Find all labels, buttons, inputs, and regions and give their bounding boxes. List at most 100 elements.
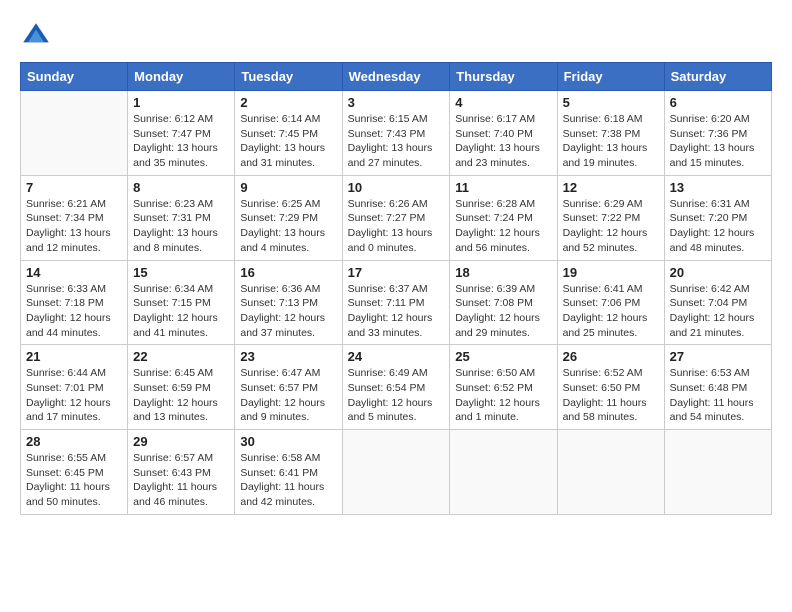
- day-number: 24: [348, 349, 445, 364]
- calendar-cell: [557, 430, 664, 515]
- calendar-cell: 27 Sunrise: 6:53 AMSunset: 6:48 PMDayligh…: [664, 345, 771, 430]
- day-number: 27: [670, 349, 766, 364]
- calendar-cell: 14 Sunrise: 6:33 AMSunset: 7:18 PMDayligh…: [21, 260, 128, 345]
- day-number: 12: [563, 180, 659, 195]
- day-info: Sunrise: 6:50 AMSunset: 6:52 PMDaylight:…: [455, 366, 551, 425]
- calendar-cell: 24 Sunrise: 6:49 AMSunset: 6:54 PMDayligh…: [342, 345, 450, 430]
- calendar-cell: 29 Sunrise: 6:57 AMSunset: 6:43 PMDayligh…: [128, 430, 235, 515]
- day-info: Sunrise: 6:45 AMSunset: 6:59 PMDaylight:…: [133, 366, 229, 425]
- day-info: Sunrise: 6:29 AMSunset: 7:22 PMDaylight:…: [563, 197, 659, 256]
- calendar-cell: 18Sunrise: 6:39 AMSunset: 7:08 PMDayligh…: [450, 260, 557, 345]
- calendar-cell: 12 Sunrise: 6:29 AMSunset: 7:22 PMDayligh…: [557, 175, 664, 260]
- calendar-cell: 17Sunrise: 6:37 AMSunset: 7:11 PMDayligh…: [342, 260, 450, 345]
- calendar-cell: 21 Sunrise: 6:44 AMSunset: 7:01 PMDayligh…: [21, 345, 128, 430]
- calendar-table: SundayMondayTuesdayWednesdayThursdayFrid…: [20, 62, 772, 515]
- calendar-cell: [342, 430, 450, 515]
- calendar-cell: 30Sunrise: 6:58 AMSunset: 6:41 PMDayligh…: [235, 430, 342, 515]
- calendar-cell: 5 Sunrise: 6:18 AMSunset: 7:38 PMDaylight…: [557, 91, 664, 176]
- day-number: 7: [26, 180, 122, 195]
- logo-icon: [20, 20, 52, 52]
- day-number: 10: [348, 180, 445, 195]
- day-info: Sunrise: 6:55 AMSunset: 6:45 PMDaylight:…: [26, 451, 122, 510]
- day-number: 26: [563, 349, 659, 364]
- day-number: 20: [670, 265, 766, 280]
- day-number: 11: [455, 180, 551, 195]
- day-info: Sunrise: 6:44 AMSunset: 7:01 PMDaylight:…: [26, 366, 122, 425]
- calendar-cell: 22Sunrise: 6:45 AMSunset: 6:59 PMDayligh…: [128, 345, 235, 430]
- day-number: 28: [26, 434, 122, 449]
- calendar-cell: 20 Sunrise: 6:42 AMSunset: 7:04 PMDayligh…: [664, 260, 771, 345]
- day-number: 5: [563, 95, 659, 110]
- day-info: Sunrise: 6:47 AMSunset: 6:57 PMDaylight:…: [240, 366, 336, 425]
- calendar-cell: 3 Sunrise: 6:15 AMSunset: 7:43 PMDaylight…: [342, 91, 450, 176]
- day-number: 13: [670, 180, 766, 195]
- calendar-cell: 7 Sunrise: 6:21 AMSunset: 7:34 PMDaylight…: [21, 175, 128, 260]
- day-header-friday: Friday: [557, 63, 664, 91]
- calendar-week-row: 7 Sunrise: 6:21 AMSunset: 7:34 PMDaylight…: [21, 175, 772, 260]
- calendar-cell: 25 Sunrise: 6:50 AMSunset: 6:52 PMDayligh…: [450, 345, 557, 430]
- day-number: 16: [240, 265, 336, 280]
- calendar-cell: 16 Sunrise: 6:36 AMSunset: 7:13 PMDayligh…: [235, 260, 342, 345]
- calendar-cell: 28 Sunrise: 6:55 AMSunset: 6:45 PMDayligh…: [21, 430, 128, 515]
- day-info: Sunrise: 6:20 AMSunset: 7:36 PMDaylight:…: [670, 112, 766, 171]
- day-info: Sunrise: 6:17 AMSunset: 7:40 PMDaylight:…: [455, 112, 551, 171]
- day-number: 6: [670, 95, 766, 110]
- calendar-cell: 2Sunrise: 6:14 AMSunset: 7:45 PMDaylight…: [235, 91, 342, 176]
- day-header-sunday: Sunday: [21, 63, 128, 91]
- day-number: 23: [240, 349, 336, 364]
- day-number: 25: [455, 349, 551, 364]
- day-number: 1: [133, 95, 229, 110]
- day-info: Sunrise: 6:31 AMSunset: 7:20 PMDaylight:…: [670, 197, 766, 256]
- calendar-cell: [21, 91, 128, 176]
- calendar-cell: [664, 430, 771, 515]
- day-info: Sunrise: 6:36 AMSunset: 7:13 PMDaylight:…: [240, 282, 336, 341]
- calendar-cell: 8 Sunrise: 6:23 AMSunset: 7:31 PMDaylight…: [128, 175, 235, 260]
- day-header-thursday: Thursday: [450, 63, 557, 91]
- calendar-cell: 13 Sunrise: 6:31 AMSunset: 7:20 PMDayligh…: [664, 175, 771, 260]
- day-number: 19: [563, 265, 659, 280]
- page-header: [20, 20, 772, 52]
- day-info: Sunrise: 6:12 AMSunset: 7:47 PMDaylight:…: [133, 112, 229, 171]
- day-number: 17: [348, 265, 445, 280]
- calendar-cell: [450, 430, 557, 515]
- day-info: Sunrise: 6:49 AMSunset: 6:54 PMDaylight:…: [348, 366, 445, 425]
- day-info: Sunrise: 6:52 AMSunset: 6:50 PMDaylight:…: [563, 366, 659, 425]
- calendar-header-row: SundayMondayTuesdayWednesdayThursdayFrid…: [21, 63, 772, 91]
- day-number: 4: [455, 95, 551, 110]
- day-number: 3: [348, 95, 445, 110]
- day-info: Sunrise: 6:23 AMSunset: 7:31 PMDaylight:…: [133, 197, 229, 256]
- day-info: Sunrise: 6:57 AMSunset: 6:43 PMDaylight:…: [133, 451, 229, 510]
- calendar-cell: 11 Sunrise: 6:28 AMSunset: 7:24 PMDayligh…: [450, 175, 557, 260]
- calendar-cell: 19 Sunrise: 6:41 AMSunset: 7:06 PMDayligh…: [557, 260, 664, 345]
- day-info: Sunrise: 6:21 AMSunset: 7:34 PMDaylight:…: [26, 197, 122, 256]
- day-info: Sunrise: 6:53 AMSunset: 6:48 PMDaylight:…: [670, 366, 766, 425]
- day-info: Sunrise: 6:26 AMSunset: 7:27 PMDaylight:…: [348, 197, 445, 256]
- calendar-week-row: 28 Sunrise: 6:55 AMSunset: 6:45 PMDayligh…: [21, 430, 772, 515]
- day-info: Sunrise: 6:15 AMSunset: 7:43 PMDaylight:…: [348, 112, 445, 171]
- calendar-week-row: 1 Sunrise: 6:12 AMSunset: 7:47 PMDaylight…: [21, 91, 772, 176]
- day-info: Sunrise: 6:33 AMSunset: 7:18 PMDaylight:…: [26, 282, 122, 341]
- calendar-cell: 6 Sunrise: 6:20 AMSunset: 7:36 PMDaylight…: [664, 91, 771, 176]
- calendar-cell: 4 Sunrise: 6:17 AMSunset: 7:40 PMDaylight…: [450, 91, 557, 176]
- day-number: 29: [133, 434, 229, 449]
- day-info: Sunrise: 6:58 AMSunset: 6:41 PMDaylight:…: [240, 451, 336, 510]
- day-header-tuesday: Tuesday: [235, 63, 342, 91]
- day-info: Sunrise: 6:14 AMSunset: 7:45 PMDaylight:…: [240, 112, 336, 171]
- day-header-monday: Monday: [128, 63, 235, 91]
- day-number: 8: [133, 180, 229, 195]
- day-info: Sunrise: 6:42 AMSunset: 7:04 PMDaylight:…: [670, 282, 766, 341]
- calendar-week-row: 21 Sunrise: 6:44 AMSunset: 7:01 PMDayligh…: [21, 345, 772, 430]
- calendar-cell: 1 Sunrise: 6:12 AMSunset: 7:47 PMDaylight…: [128, 91, 235, 176]
- day-number: 18: [455, 265, 551, 280]
- logo: [20, 20, 56, 52]
- calendar-cell: 9Sunrise: 6:25 AMSunset: 7:29 PMDaylight…: [235, 175, 342, 260]
- day-info: Sunrise: 6:18 AMSunset: 7:38 PMDaylight:…: [563, 112, 659, 171]
- day-number: 15: [133, 265, 229, 280]
- day-info: Sunrise: 6:41 AMSunset: 7:06 PMDaylight:…: [563, 282, 659, 341]
- calendar-cell: 23 Sunrise: 6:47 AMSunset: 6:57 PMDayligh…: [235, 345, 342, 430]
- calendar-cell: 26 Sunrise: 6:52 AMSunset: 6:50 PMDayligh…: [557, 345, 664, 430]
- day-info: Sunrise: 6:28 AMSunset: 7:24 PMDaylight:…: [455, 197, 551, 256]
- day-number: 21: [26, 349, 122, 364]
- day-number: 14: [26, 265, 122, 280]
- calendar-cell: 10 Sunrise: 6:26 AMSunset: 7:27 PMDayligh…: [342, 175, 450, 260]
